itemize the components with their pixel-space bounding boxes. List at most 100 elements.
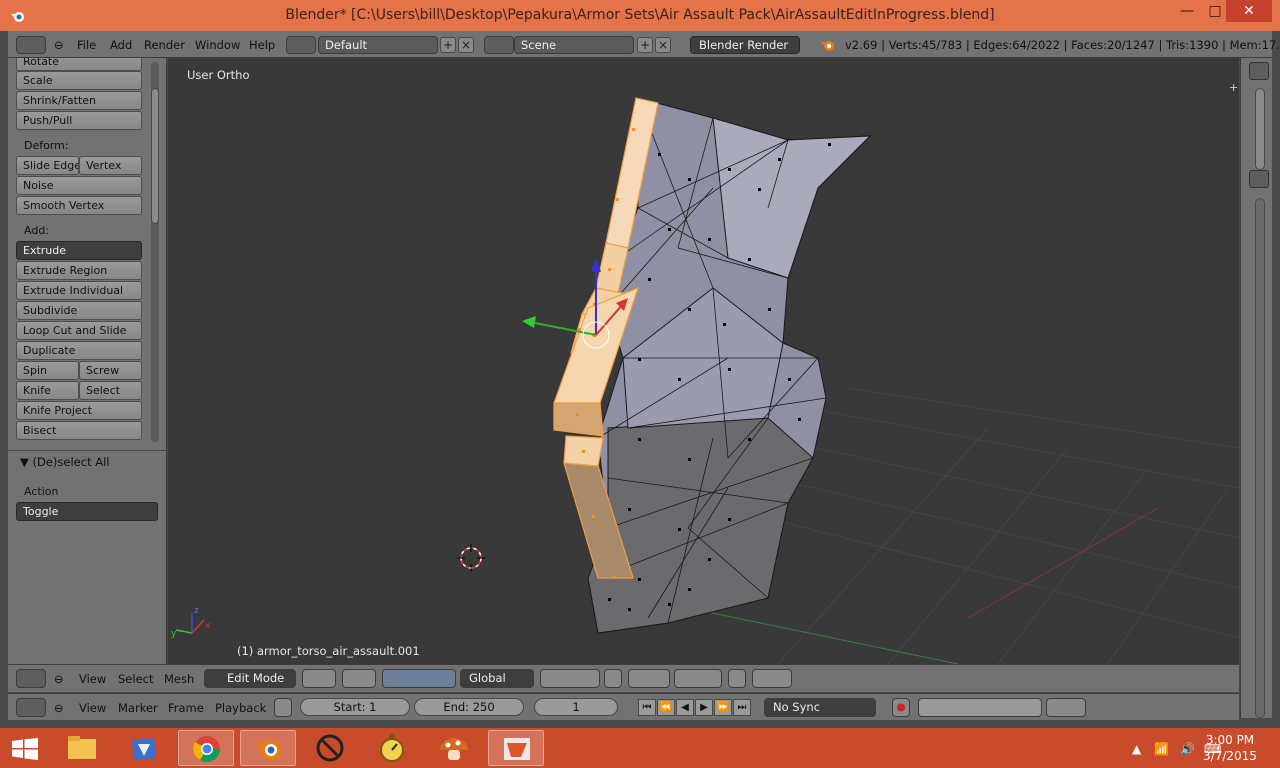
select-mode-icons[interactable] <box>540 669 600 688</box>
keyframe-insert-icons[interactable] <box>1046 698 1086 717</box>
duplicate-button[interactable]: Duplicate <box>16 341 142 360</box>
scene-field[interactable]: Scene <box>514 36 634 54</box>
sync-select[interactable]: No Sync <box>764 698 876 717</box>
delete-screen-button[interactable]: × <box>458 37 474 53</box>
snap-icon[interactable] <box>674 669 722 688</box>
extrude-individual-button[interactable]: Extrude Individual <box>16 281 142 300</box>
blender-icon[interactable] <box>240 730 296 766</box>
loop-cut-button[interactable]: Loop Cut and Slide <box>16 321 142 340</box>
render-engine-select[interactable]: Blender Render <box>690 36 800 54</box>
stopwatch-icon[interactable] <box>364 730 420 766</box>
minimize-button[interactable]: — <box>1172 0 1202 22</box>
jump-keyframe-back-icon[interactable]: ⏪ <box>657 699 675 716</box>
scene-icon[interactable] <box>484 36 514 54</box>
noise-button[interactable]: Noise <box>16 176 142 195</box>
proportional-edit-icon[interactable] <box>628 669 670 688</box>
menu-add[interactable]: Add <box>110 38 132 52</box>
menu-view[interactable]: View <box>79 672 106 686</box>
menu-help[interactable]: Help <box>249 38 275 52</box>
menu-marker[interactable]: Marker <box>118 701 158 715</box>
mesh-options-icon[interactable] <box>728 669 746 688</box>
no-entry-icon[interactable] <box>302 730 358 766</box>
3d-viewport[interactable]: y z x + User Ortho (1) armor_torso_air_a… <box>168 58 1239 664</box>
action-select[interactable]: Toggle <box>16 502 158 521</box>
outliner-editor-icon[interactable] <box>1249 62 1269 80</box>
editor-type-info-icon[interactable] <box>16 36 46 54</box>
viewport-canvas[interactable]: y z x + <box>168 58 1239 664</box>
extrude-region-button[interactable]: Extrude Region <box>16 261 142 280</box>
play-icon[interactable]: ▶ <box>695 699 713 716</box>
render-icons[interactable] <box>752 669 792 688</box>
start-frame-field[interactable]: Start: 1 <box>300 698 410 716</box>
tray-arrow-icon[interactable]: ▲ <box>1132 742 1141 756</box>
slide-edge-button[interactable]: Slide Edge <box>16 156 79 175</box>
subdivide-button[interactable]: Subdivide <box>16 301 142 320</box>
scale-button[interactable]: Scale <box>16 71 142 90</box>
operator-panel-header[interactable]: ▼ (De)select All <box>20 455 110 469</box>
editor-type-timeline-icon[interactable] <box>16 698 46 717</box>
file-explorer-icon[interactable] <box>54 730 110 766</box>
jump-start-icon[interactable]: ⏮ <box>638 699 656 716</box>
occlude-geometry-icon[interactable] <box>604 669 622 688</box>
screen-layout-icon[interactable] <box>286 36 316 54</box>
push-pull-button[interactable]: Push/Pull <box>16 111 142 130</box>
properties-toggle-icon[interactable]: + <box>1229 81 1238 94</box>
app-icon[interactable] <box>116 730 172 766</box>
knife-button[interactable]: Knife <box>16 381 79 400</box>
system-clock[interactable]: 3:00 PM 3/7/2015 <box>1200 732 1260 764</box>
menu-file[interactable]: File <box>77 38 96 52</box>
manipulator-icons[interactable] <box>382 669 456 688</box>
menu-frame[interactable]: Frame <box>168 701 204 715</box>
menu-window[interactable]: Window <box>195 38 240 52</box>
menu-select[interactable]: Select <box>118 672 153 686</box>
knife-project-button[interactable]: Knife Project <box>16 401 142 420</box>
jump-end-icon[interactable]: ⏭ <box>733 699 751 716</box>
pepakura-icon[interactable] <box>488 730 544 766</box>
mesh-object[interactable] <box>553 97 872 634</box>
add-scene-button[interactable]: + <box>637 37 653 53</box>
properties-editor-icon[interactable] <box>1249 170 1269 188</box>
collapse-menu-icon[interactable]: ⊖ <box>54 701 64 715</box>
screen-layout-field[interactable]: Default <box>318 36 438 54</box>
shrink-fatten-button[interactable]: Shrink/Fatten <box>16 91 142 110</box>
extrude-select[interactable]: Extrude <box>16 241 142 260</box>
menu-mesh[interactable]: Mesh <box>164 672 194 686</box>
editor-type-3d-icon[interactable] <box>16 669 46 688</box>
vertex-slide-button[interactable]: Vertex <box>79 156 142 175</box>
current-frame-field[interactable]: 1 <box>534 698 618 716</box>
menu-view[interactable]: View <box>79 701 106 715</box>
collapse-menu-icon[interactable]: ⊖ <box>54 672 64 686</box>
spin-button[interactable]: Spin <box>16 361 79 380</box>
add-screen-button[interactable]: + <box>440 37 456 53</box>
chrome-icon[interactable] <box>178 730 234 766</box>
rotate-button[interactable]: Rotate <box>16 58 142 71</box>
bisect-button[interactable]: Bisect <box>16 421 142 440</box>
active-object-name: (1) armor_torso_air_assault.001 <box>237 644 420 658</box>
3d-cursor-icon[interactable] <box>457 544 485 572</box>
collapse-menu-icon[interactable]: ⊖ <box>54 38 64 52</box>
end-frame-field[interactable]: End: 250 <box>414 698 524 716</box>
screw-button[interactable]: Screw <box>79 361 142 380</box>
keying-set-field[interactable] <box>918 698 1042 717</box>
network-icon[interactable]: 📶 <box>1154 742 1169 756</box>
transform-orientation-select[interactable]: Global <box>460 669 534 688</box>
windows-start-icon[interactable] <box>12 738 38 760</box>
close-button[interactable]: ✕ <box>1226 0 1272 22</box>
delete-scene-button[interactable]: × <box>655 37 671 53</box>
viewport-shading-icon[interactable] <box>302 669 336 688</box>
outliner-scrollbar[interactable] <box>1255 88 1265 170</box>
properties-scrollbar[interactable] <box>1255 198 1265 718</box>
volume-icon[interactable]: 🔊 <box>1180 742 1195 756</box>
mode-select[interactable]: Edit Mode <box>204 669 296 688</box>
record-icon[interactable] <box>892 698 910 717</box>
play-reverse-icon[interactable]: ◀ <box>676 699 694 716</box>
preview-range-icon[interactable] <box>274 698 292 717</box>
menu-render[interactable]: Render <box>144 38 185 52</box>
menu-playback[interactable]: Playback <box>215 701 266 715</box>
pivot-point-icon[interactable] <box>342 669 376 688</box>
toolshelf-scrollbar[interactable] <box>151 88 159 224</box>
knife-select-button[interactable]: Select <box>79 381 142 400</box>
jump-keyframe-forward-icon[interactable]: ⏩ <box>714 699 732 716</box>
mushroom-icon[interactable] <box>426 730 482 766</box>
smooth-vertex-button[interactable]: Smooth Vertex <box>16 196 142 215</box>
